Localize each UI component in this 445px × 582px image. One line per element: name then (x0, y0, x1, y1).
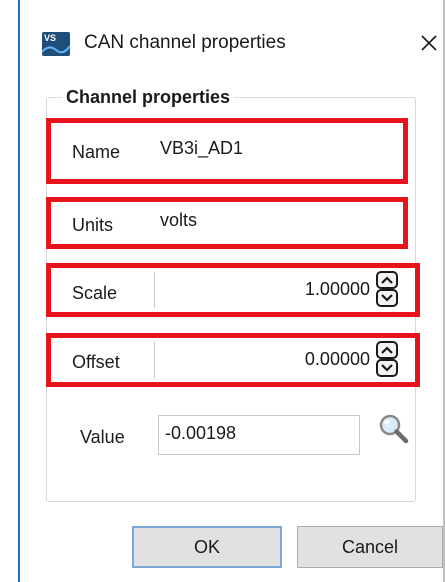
units-input[interactable]: volts (154, 203, 402, 243)
scale-spinner (376, 271, 398, 307)
app-icon: VS (42, 32, 70, 56)
dialog-window: VS CAN channel properties Channel proper… (22, 0, 443, 582)
value-label: Value (80, 427, 125, 447)
name-label: Name (72, 142, 121, 162)
chevron-up-icon (381, 276, 393, 284)
magnifier-button[interactable] (378, 413, 410, 445)
magnifier-icon (379, 414, 409, 444)
scale-spin-up-button[interactable] (376, 271, 398, 289)
cancel-button[interactable]: Cancel (297, 526, 443, 568)
offset-spinner (376, 341, 398, 377)
chevron-down-icon (381, 294, 393, 302)
close-icon (421, 35, 437, 51)
name-input[interactable]: VB3i_AD1 (154, 132, 402, 170)
offset-spin-down-button[interactable] (376, 359, 398, 377)
background-window-edge (0, 0, 20, 582)
ok-button[interactable]: OK (132, 526, 282, 568)
group-title: Channel properties (62, 84, 235, 110)
units-label: Units (72, 215, 114, 235)
chevron-down-icon (381, 364, 393, 372)
app-icon-wave (42, 45, 70, 54)
scale-label: Scale (72, 283, 118, 303)
offset-spin-up-button[interactable] (376, 341, 398, 359)
window-title: CAN channel properties (84, 32, 286, 53)
offset-label: Offset (72, 352, 120, 372)
chevron-up-icon (381, 346, 393, 354)
screenshot-frame: VS CAN channel properties Channel proper… (0, 0, 445, 582)
close-button[interactable] (416, 28, 442, 58)
scale-spin-down-button[interactable] (376, 289, 398, 307)
title-bar[interactable]: VS CAN channel properties (22, 0, 443, 78)
value-readout: -0.00198 (158, 415, 360, 455)
scale-input[interactable]: 1.00000 (154, 272, 376, 308)
offset-input[interactable]: 0.00000 (154, 342, 376, 378)
